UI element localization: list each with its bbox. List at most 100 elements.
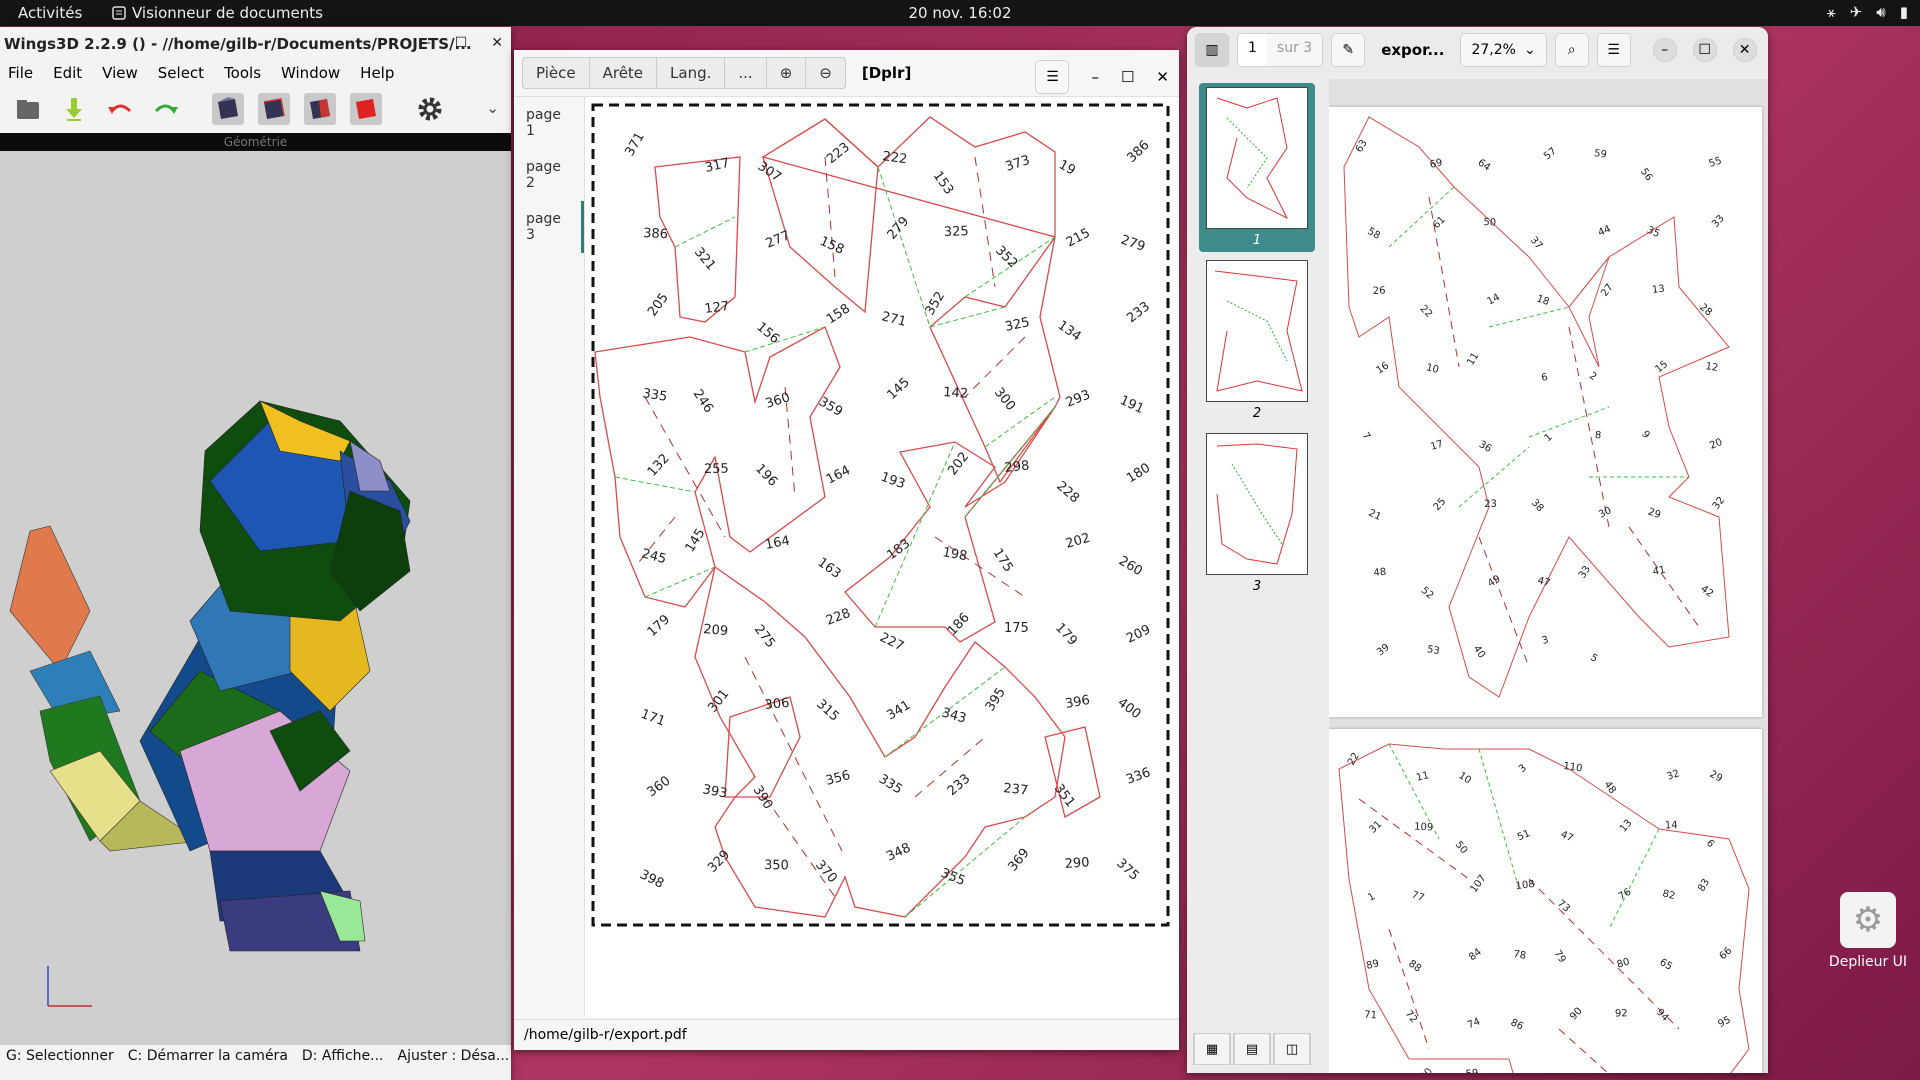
edge-label: 48 bbox=[1602, 779, 1618, 796]
grid-icon: ▦ bbox=[1194, 1033, 1230, 1065]
maximize-icon[interactable]: ☐ bbox=[455, 35, 468, 51]
edge-mode-button[interactable] bbox=[258, 93, 290, 125]
open-button[interactable] bbox=[12, 93, 44, 125]
zoom-out-icon: ⊖ bbox=[819, 64, 832, 82]
toolbar: ⌄ bbox=[0, 85, 511, 133]
edge-label: 158 bbox=[824, 301, 853, 327]
menu-edit[interactable]: Edit bbox=[53, 64, 82, 82]
redo-button[interactable] bbox=[150, 93, 182, 125]
page-number-input[interactable]: 1 bbox=[1238, 34, 1267, 66]
edge-label: 29 bbox=[1708, 769, 1724, 785]
status-hint-display: D: Affiche... bbox=[301, 1048, 384, 1064]
cube-face-icon bbox=[310, 99, 330, 119]
edge-label: 2 bbox=[1587, 370, 1599, 383]
status-hint-camera: C: Démarrer la caméra bbox=[127, 1048, 288, 1064]
page-item-1[interactable]: page 1 bbox=[514, 97, 584, 149]
tab-language[interactable]: Lang. bbox=[657, 58, 726, 88]
tab-edge[interactable]: Arête bbox=[590, 58, 658, 88]
sidebar-toggle-button[interactable]: ▥ bbox=[1195, 33, 1229, 67]
pdf-page-2: 22 11 10 3 110 48 32 29 31 109 50 51 47 13 14 6 1 77 107 10… bbox=[1329, 729, 1762, 1073]
face-mode-button[interactable] bbox=[304, 93, 336, 125]
close-icon[interactable]: ✕ bbox=[491, 35, 503, 51]
thumbnail-label: 3 bbox=[1252, 579, 1262, 594]
minimize-icon[interactable]: – bbox=[1091, 68, 1099, 86]
edge-label: 352 bbox=[923, 289, 949, 318]
edge-label: 359 bbox=[816, 394, 845, 419]
chevron-down-icon[interactable]: ⌄ bbox=[486, 99, 499, 117]
zoom-in-button[interactable]: ⊕ bbox=[767, 58, 807, 88]
edge-label: 298 bbox=[1004, 458, 1030, 476]
edge-label: 73 bbox=[1555, 898, 1572, 915]
edge-label: 329 bbox=[705, 847, 733, 875]
maximize-icon[interactable]: ☐ bbox=[1121, 68, 1134, 86]
close-icon[interactable]: ✕ bbox=[1156, 68, 1169, 86]
3d-model-render bbox=[9, 400, 411, 1007]
edge-label: 127 bbox=[704, 299, 730, 317]
unfold-canvas[interactable]: 371 317 307 223 222 153 373 19 386 386 321 277 158 27… bbox=[585, 97, 1179, 1017]
body-mode-button[interactable] bbox=[350, 93, 382, 125]
menu-button[interactable]: ☰ bbox=[1596, 33, 1631, 67]
page-item-2[interactable]: page 2 bbox=[514, 149, 584, 201]
thumbnail-page-3[interactable]: 3 bbox=[1199, 429, 1315, 598]
vertex-mode-button[interactable] bbox=[212, 93, 244, 125]
edge-label: 53 bbox=[1426, 644, 1440, 657]
maximize-button[interactable]: ☐ bbox=[1692, 38, 1717, 62]
edge-label: 373 bbox=[1004, 153, 1032, 175]
menu-view[interactable]: View bbox=[102, 64, 138, 82]
menu-bar: File Edit View Select Tools Window Help bbox=[0, 61, 511, 85]
download-arrow-icon bbox=[66, 98, 82, 121]
outline-view-button[interactable]: ▤ bbox=[1233, 1033, 1271, 1065]
menu-window[interactable]: Window bbox=[281, 64, 340, 82]
chevron-down-icon: ⌄ bbox=[1523, 42, 1536, 58]
close-button[interactable]: ✕ bbox=[1732, 38, 1757, 62]
zoom-dropdown[interactable]: 27,2% ⌄ bbox=[1460, 33, 1547, 67]
edge-label: 5 bbox=[1588, 652, 1599, 665]
search-button[interactable]: ⌕ bbox=[1554, 33, 1589, 67]
menu-select[interactable]: Select bbox=[158, 64, 204, 82]
menu-file[interactable]: File bbox=[8, 64, 33, 82]
deplieur-ui-launcher[interactable]: ⚙ Deplieur UI bbox=[1818, 892, 1918, 970]
launcher-label: Deplieur UI bbox=[1828, 954, 1908, 970]
hamburger-menu-button[interactable]: ☰ bbox=[1035, 60, 1070, 94]
thumbnail-page-2[interactable]: 2 bbox=[1199, 256, 1315, 425]
dplr-headerbar[interactable]: Pièce Arête Lang. ... ⊕ ⊖ [Dplr] ☰ – ☐ ✕ bbox=[514, 50, 1179, 97]
edge-label: 110 bbox=[1563, 761, 1583, 775]
annotate-button[interactable]: ✎ bbox=[1331, 33, 1366, 67]
tab-more[interactable]: ... bbox=[725, 58, 767, 88]
viewer-headerbar[interactable]: ▥ 1 sur 3 ✎ expor... 27,2% ⌄ ⌕ ☰ – ☐ ✕ bbox=[1187, 27, 1768, 73]
page-item-3[interactable]: page 3 bbox=[514, 201, 584, 253]
edge-label: 27 bbox=[1599, 282, 1615, 299]
thumbnails-view-button[interactable]: ▦ bbox=[1193, 1033, 1231, 1065]
tab-piece[interactable]: Pièce bbox=[523, 58, 590, 88]
settings-button[interactable] bbox=[414, 93, 446, 125]
edge-label: 193 bbox=[879, 470, 907, 493]
edge-label: 58 bbox=[1365, 226, 1381, 242]
annotations-view-button[interactable]: ◫ bbox=[1273, 1033, 1311, 1065]
edge-label: 42 bbox=[1698, 584, 1715, 600]
folder-icon bbox=[17, 100, 39, 119]
minimize-icon[interactable]: – bbox=[424, 35, 431, 51]
file-path: /home/gilb-r/export.pdf bbox=[514, 1019, 1179, 1050]
undo-button[interactable] bbox=[104, 93, 136, 125]
menu-help[interactable]: Help bbox=[360, 64, 394, 82]
edge-label: 29 bbox=[1646, 506, 1662, 521]
document-pages[interactable]: 63 69 64 57 59 56 55 58 61 50 37 44 35 33 26 22 14 18 27 13… bbox=[1329, 79, 1768, 1073]
save-button[interactable] bbox=[58, 93, 90, 125]
thumbnail-page-1[interactable]: 1 bbox=[1199, 83, 1315, 252]
3d-viewport[interactable] bbox=[0, 151, 511, 1045]
zoom-out-button[interactable]: ⊖ bbox=[806, 58, 845, 88]
zoom-value: 27,2% bbox=[1471, 42, 1516, 58]
edge-label: 25 bbox=[1432, 496, 1449, 513]
edge-label: 175 bbox=[990, 546, 1016, 575]
system-tray[interactable]: ⚹ ✈ 🔊︎ ▮ bbox=[1827, 3, 1908, 21]
window-titlebar[interactable]: Wings3D 2.2.9 () - //home/gilb-r/Documen… bbox=[0, 27, 511, 61]
edge-label: 222 bbox=[881, 149, 908, 167]
thumbnail-label: 1 bbox=[1252, 233, 1262, 248]
edge-label: 395 bbox=[983, 685, 1009, 714]
edge-label: 7 bbox=[1359, 431, 1372, 442]
minimize-button[interactable]: – bbox=[1652, 38, 1677, 62]
menu-tools[interactable]: Tools bbox=[224, 64, 261, 82]
edge-label: 164 bbox=[824, 463, 853, 488]
clock[interactable]: 20 nov. 16:02 bbox=[0, 4, 1920, 22]
edge-label: 92 bbox=[1615, 1008, 1628, 1019]
